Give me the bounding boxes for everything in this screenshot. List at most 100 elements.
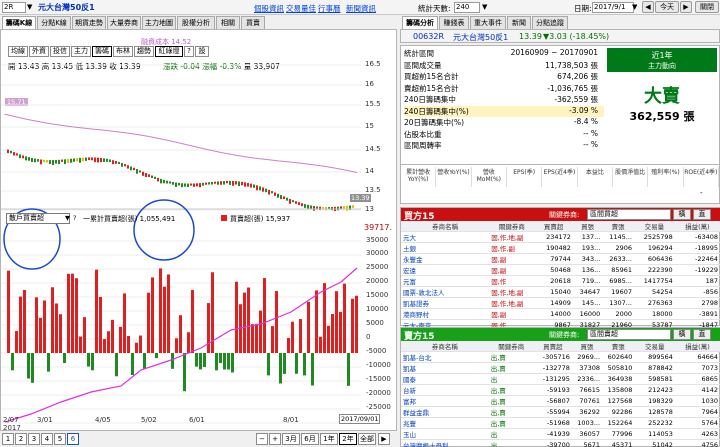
table-row[interactable]: 兆豐 出,賣 -51968 1003... 152264 252232 5764 bbox=[401, 417, 720, 429]
page-button[interactable]: 4 bbox=[41, 433, 53, 445]
tab-big-broker[interactable]: 大量券商 bbox=[107, 16, 141, 29]
table-cell: 群益金鼎 bbox=[401, 406, 489, 418]
page-button[interactable]: 5 bbox=[54, 433, 66, 445]
tab-branch-k[interactable]: 分點K線 bbox=[37, 16, 71, 29]
link-stock-info[interactable]: 個股資訊 bbox=[254, 3, 284, 14]
buy-sort-select[interactable]: 區間買超 bbox=[587, 209, 671, 220]
page-button[interactable]: 2 bbox=[15, 433, 27, 445]
col-header[interactable]: 券商名稱 bbox=[401, 221, 490, 232]
page-button-active[interactable]: 6 bbox=[67, 433, 79, 445]
col-header[interactable]: 交易量 bbox=[634, 341, 675, 352]
period-all-button[interactable]: 全部 bbox=[358, 433, 376, 445]
volume-bar bbox=[223, 353, 226, 370]
table-row[interactable]: 玉山出 -41939 36057 77996 114053 4263 bbox=[401, 428, 720, 440]
table-row[interactable]: 國泰出 -131295 2336... 364938 598581 6865 bbox=[401, 373, 720, 385]
close-button[interactable]: 關閉 bbox=[695, 1, 719, 13]
table-row[interactable]: 台灣摩根士丹利出 -39700 5671 45371 51042 4756 bbox=[401, 439, 720, 447]
table-row[interactable]: 凱基證券 固,作,地,副 14909 145... 1307... 276363 2798 bbox=[401, 297, 720, 309]
period-6m-button[interactable]: 6月 bbox=[301, 433, 319, 445]
table-row[interactable]: 凱基 出,賣 -132778 37308 505810 878842 7073 bbox=[401, 362, 720, 374]
candle bbox=[16, 153, 18, 156]
col-header[interactable]: 買賣超 bbox=[533, 341, 572, 352]
col-header[interactable]: 損益(萬) bbox=[674, 341, 720, 352]
zoom-out-button[interactable]: − bbox=[256, 433, 268, 445]
link-news[interactable]: 新聞資訊 bbox=[346, 3, 376, 14]
tab-news[interactable]: 新聞 bbox=[507, 16, 531, 29]
table-row[interactable]: 富邦 出,賣 -56807 70761 127568 198329 1030 bbox=[401, 395, 720, 407]
col-header[interactable]: 買張 bbox=[572, 221, 603, 232]
tab-main-map[interactable]: 主力地圖 bbox=[142, 16, 176, 29]
table-row[interactable]: 土銀 固,作,副 190482 193... 2906 196294 -18995 bbox=[401, 242, 720, 254]
today-button[interactable]: 今天 bbox=[655, 1, 679, 13]
zoom-in-button[interactable]: + bbox=[269, 433, 281, 445]
col-header[interactable]: 賣張 bbox=[602, 341, 635, 352]
table-row[interactable]: 永豐金 固,副 79744 343... 2633... 606436 -22464 bbox=[401, 253, 720, 265]
col-header[interactable]: 買賣超 bbox=[534, 221, 573, 232]
volume-bar bbox=[195, 353, 198, 367]
table-row[interactable]: 國票-敦北法人 固,作,地,副 15040 34647 19607 54254 -856 bbox=[401, 286, 720, 298]
sub-indicator-select[interactable]: 散戶買賣超 bbox=[6, 213, 70, 224]
period-3m-button[interactable]: 3月 bbox=[282, 433, 300, 445]
tab-chip-analysis[interactable]: 籌碼分析 bbox=[402, 16, 438, 29]
volume-bar bbox=[163, 286, 166, 353]
table-cell: 196294 bbox=[633, 242, 675, 254]
period-2y-button[interactable]: 2年 bbox=[339, 433, 357, 445]
volume-bar bbox=[35, 297, 38, 353]
tab-chip-k[interactable]: 籌碼K線 bbox=[2, 16, 36, 29]
table-cell: 2336... bbox=[571, 373, 603, 385]
page-button[interactable]: 3 bbox=[28, 433, 40, 445]
next-day-button[interactable]: ▶ bbox=[680, 1, 692, 13]
volume-bar bbox=[67, 273, 70, 353]
link-volume[interactable]: 交易量佳 bbox=[286, 3, 316, 14]
tab-trade[interactable]: 買賣 bbox=[241, 16, 265, 29]
tab-futures[interactable]: 期貨走勢 bbox=[72, 16, 106, 29]
tab-equity[interactable]: 股權分析 bbox=[177, 16, 215, 29]
candle bbox=[169, 181, 171, 184]
table-cell: -132778 bbox=[533, 362, 572, 374]
date-input[interactable]: 2017/9/1 bbox=[592, 2, 634, 13]
table-cell: 276363 bbox=[633, 297, 675, 309]
tab-related[interactable]: 相關 bbox=[216, 16, 240, 29]
col-header[interactable]: 關鍵券商 bbox=[489, 221, 535, 232]
prev-day-button[interactable]: ◀ bbox=[642, 1, 654, 13]
table-row[interactable]: 凱基-台北 出,賣 -305716 2969... 602640 899564 64664 bbox=[401, 351, 720, 363]
table-row[interactable]: 元大 固,作,地,副 234172 137... 1145... 2525798 -6340… bbox=[401, 231, 720, 243]
tab-profit[interactable]: 賺錢表 bbox=[439, 16, 469, 29]
help-icon[interactable]: ? bbox=[73, 214, 76, 222]
table-cell: 1417754 bbox=[633, 275, 675, 287]
col-header[interactable]: 券商名稱 bbox=[401, 341, 489, 352]
col-header[interactable]: 關鍵券商 bbox=[488, 341, 534, 352]
tab-events[interactable]: 重大事件 bbox=[470, 16, 506, 29]
stock-title: 元大台灣50反1 bbox=[38, 3, 95, 12]
period-1y-button[interactable]: 1年 bbox=[320, 433, 338, 445]
table-row[interactable]: 宏遠 固,副 50468 136... 85961 222390 -19229 bbox=[401, 264, 720, 276]
calendar-dropdown-icon[interactable]: ▼ bbox=[632, 3, 637, 11]
page-button[interactable]: 1 bbox=[2, 433, 14, 445]
col-header[interactable]: 賣張 bbox=[602, 221, 634, 232]
scroll-right-button[interactable]: ▶ bbox=[378, 433, 390, 445]
sell-vertical-button[interactable]: 直 bbox=[693, 329, 711, 340]
sell-sort-select[interactable]: 區間賣超 bbox=[587, 329, 671, 340]
candle bbox=[268, 189, 270, 195]
sell-horizontal-button[interactable]: 橫 bbox=[673, 329, 691, 340]
stock-code-input[interactable]: 2R bbox=[2, 2, 26, 13]
table-cell: 國泰 bbox=[401, 373, 489, 385]
x-label: 8/01 bbox=[283, 416, 299, 424]
table-cell: 4756 bbox=[674, 439, 720, 447]
volume-bar bbox=[251, 324, 254, 353]
days-select[interactable]: 240 bbox=[454, 2, 480, 13]
table-row[interactable]: 台新 出,賣 -59193 76615 135808 212423 4142 bbox=[401, 384, 720, 396]
days-dropdown-icon[interactable]: ▼ bbox=[482, 3, 487, 11]
table-row[interactable]: 元富 固,作 20618 719... 6985... 1417754 187 bbox=[401, 275, 720, 287]
col-header[interactable]: 買張 bbox=[571, 341, 603, 352]
col-header[interactable]: 交易量 bbox=[633, 221, 675, 232]
tab-branch-track[interactable]: 分點追蹤 bbox=[532, 16, 568, 29]
link-calendar[interactable]: 行事曆 bbox=[318, 3, 341, 14]
dropdown-arrow-icon[interactable]: ▼ bbox=[27, 3, 32, 11]
table-row[interactable]: 港商野村 固,副 14000 16000 2000 18000 -3891 bbox=[401, 308, 720, 320]
buy-horizontal-button[interactable]: 橫 bbox=[673, 209, 691, 220]
sub-select-dropdown-icon[interactable]: ▼ bbox=[65, 214, 70, 222]
col-header[interactable]: 損益(萬) bbox=[674, 221, 720, 232]
table-row[interactable]: 群益金鼎 出,賣 -55994 36292 92286 128578 7964 bbox=[401, 406, 720, 418]
buy-vertical-button[interactable]: 直 bbox=[693, 209, 711, 220]
